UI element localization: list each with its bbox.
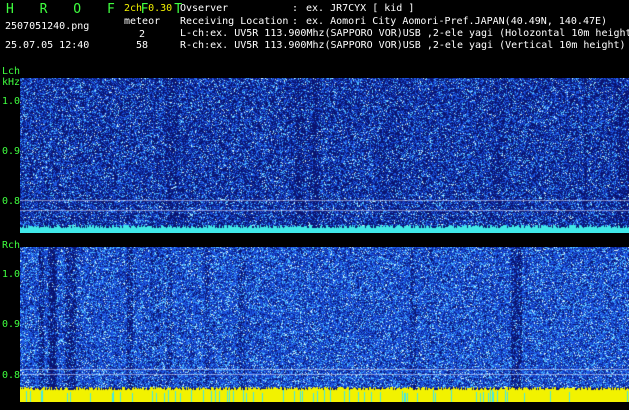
info-value: ex. Aomori City Aomori-Pref.JAPAN(40.49N… (306, 16, 608, 27)
info-key: L-ch: (180, 28, 211, 39)
info-rch: R-ch:ex. UV5R 113.900Mhz(SAPPORO VOR)USB… (180, 41, 626, 51)
info-value: ex. UV5R 113.900Mhz(SAPPORO VOR)USB ,2-e… (210, 28, 629, 39)
version-label: 2ch 0.30 (124, 3, 173, 14)
info-value: ex. JR7CYX [ kid ] (306, 3, 415, 14)
lch-freq-tick: 0.8 (2, 196, 21, 207)
info-value: ex. UV5R 113.900Mhz(SAPPORO VOR)USB ,2-e… (210, 40, 626, 51)
lch-spectrogram-canvas (20, 78, 629, 233)
rch-label: Rch (2, 240, 21, 251)
meteor-label: meteor (124, 16, 161, 27)
meteor-count-rch: 58 (136, 40, 149, 51)
khz-unit-label: kHz (2, 77, 21, 88)
rch-spectrogram-canvas (20, 247, 629, 402)
rch-freq-tick: 1.0 (2, 269, 21, 280)
info-location: Receiving Location: ex. Aomori City Aomor… (180, 17, 607, 27)
info-observer: Ovserver: ex. JR7CYX [ kid ] (180, 4, 414, 14)
date-time: 25.07.05 12:40 (5, 40, 90, 51)
info-sep: : (292, 3, 299, 14)
rch-freq-tick: 0.8 (2, 370, 21, 381)
info-key: Ovserver (180, 3, 229, 14)
rch-spectrogram (20, 247, 629, 402)
info-key: R-ch: (180, 40, 211, 51)
lch-spectrogram (20, 78, 629, 233)
lch-freq-tick: 1.0 (2, 96, 21, 107)
info-lch: L-ch:ex. UV5R 113.900Mhz(SAPPORO VOR)USB… (180, 29, 629, 39)
info-sep: : (292, 16, 299, 27)
lch-label: Lch (2, 66, 21, 77)
rch-freq-tick: 0.9 (2, 319, 21, 330)
meteor-count-lch: 2 (139, 29, 146, 40)
file-name: 2507051240.png (5, 21, 90, 32)
info-key: Receiving Location (180, 16, 289, 27)
lch-freq-tick: 0.9 (2, 146, 21, 157)
